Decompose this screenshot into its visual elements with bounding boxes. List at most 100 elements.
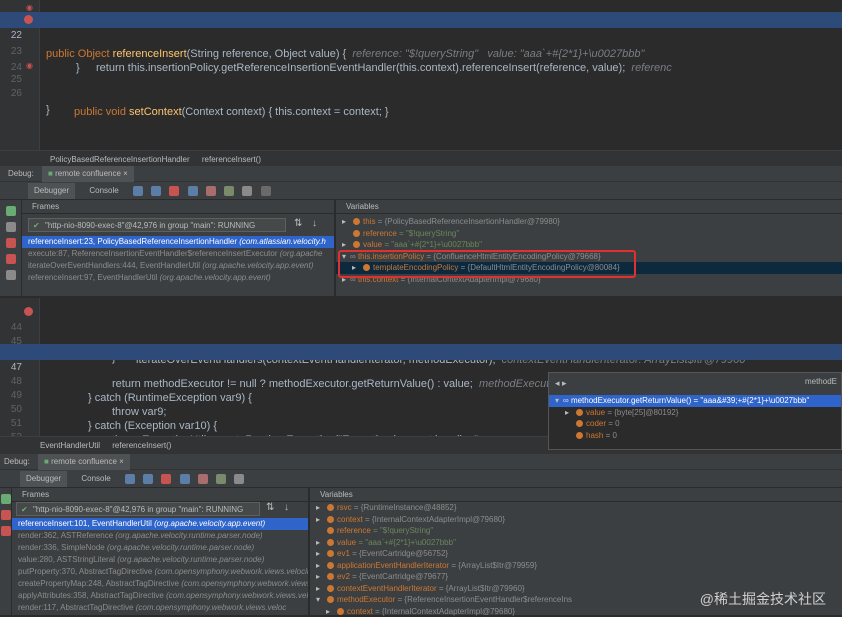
local-icon: [327, 585, 334, 592]
thread-selector[interactable]: ✔"http-nio-8090-exec-8"@42,976 in group …: [16, 502, 260, 516]
step-out-icon[interactable]: [188, 186, 198, 196]
stop-icon[interactable]: [1, 510, 11, 520]
tab-console[interactable]: Console: [83, 183, 124, 199]
breadcrumb-method[interactable]: referenceInsert(): [112, 441, 171, 450]
highlight-box: [338, 250, 636, 278]
debug-session-bar: Debug: ■ remote confluence ×: [0, 454, 842, 470]
variable-row[interactable]: ▸applicationEventHandlerIterator = {Arra…: [310, 560, 842, 572]
breadcrumb-class[interactable]: EventHandlerUtil: [40, 441, 100, 450]
stop-icon[interactable]: [6, 238, 16, 248]
frames-header: Frames: [12, 488, 308, 502]
variable-row[interactable]: reference = "$!queryString": [310, 525, 842, 537]
variable-row[interactable]: ▸value = "aaa`+#{2*1}+\u0027bbb": [310, 537, 842, 549]
debug-session-tab[interactable]: ■ remote confluence ×: [38, 454, 130, 470]
debug-label: Debug:: [8, 169, 34, 178]
frame-item[interactable]: render:336, SimpleNode (org.apache.veloc…: [12, 542, 308, 554]
field-icon: [576, 409, 583, 416]
breadcrumb-class[interactable]: PolicyBasedReferenceInsertionHandler: [50, 155, 190, 164]
variable-row[interactable]: reference = "$!queryString": [336, 228, 842, 240]
drop-frame-icon[interactable]: [206, 186, 216, 196]
code-text: (Context context) { this.context = conte…: [182, 106, 389, 118]
popup-child-row[interactable]: ▸value = {byte[25]@80192}: [549, 407, 841, 419]
code-line[interactable]: 26 }: [0, 70, 842, 86]
variables-header: Variables: [310, 488, 842, 502]
drop-frame-icon[interactable]: [198, 474, 208, 484]
field-icon: [576, 432, 583, 439]
frames-panel: Frames ✔"http-nio-8090-exec-8"@42,976 in…: [22, 200, 334, 296]
frame-item[interactable]: execute:87, ReferenceInsertionEventHandl…: [22, 248, 334, 260]
debugger-toolbar: Debugger Console: [0, 470, 842, 488]
frame-item[interactable]: putProperty:370, AbstractTagDirective (c…: [12, 566, 308, 578]
field-icon: [337, 608, 344, 615]
param-icon: [327, 527, 334, 534]
step-over-icon[interactable]: [125, 474, 135, 484]
evaluate-popup[interactable]: ◂ ▸ methodE ▾∞ methodExecutor.getReturnV…: [548, 372, 842, 450]
frame-item[interactable]: iterateOverEventHandlers:444, EventHandl…: [22, 260, 334, 272]
filter-icon[interactable]: ⇅: [266, 502, 274, 513]
run-to-cursor-icon[interactable]: [224, 186, 234, 196]
param-icon: [327, 504, 334, 511]
frame-item[interactable]: referenceInsert:101, EventHandlerUtil (o…: [12, 518, 308, 530]
tab-debugger[interactable]: Debugger: [20, 471, 67, 487]
view-breakpoints-icon[interactable]: [6, 254, 16, 264]
variables-header: Variables: [336, 200, 842, 214]
code-line[interactable]: 23 }: [0, 28, 842, 44]
view-breakpoints-icon[interactable]: [1, 526, 11, 536]
arrow-down-icon[interactable]: ↓: [284, 502, 289, 513]
popup-title: methodE: [805, 377, 837, 386]
debug-side-toolbar: [0, 488, 12, 615]
step-over-icon[interactable]: [133, 186, 143, 196]
thread-selector[interactable]: ✔"http-nio-8090-exec-8"@42,976 in group …: [28, 218, 286, 232]
variable-row[interactable]: ▸context = {InternalContextAdapterImpl@7…: [310, 514, 842, 526]
frame-item[interactable]: render:362, ASTReference (org.apache.vel…: [12, 530, 308, 542]
resume-icon[interactable]: [6, 206, 16, 216]
arrow-down-icon[interactable]: ↓: [312, 218, 317, 229]
frame-item[interactable]: render:117, AbstractTagDirective (com.op…: [12, 602, 308, 614]
frames-panel: Frames ✔"http-nio-8090-exec-8"@42,976 in…: [12, 488, 308, 615]
popup-child-row[interactable]: coder = 0: [549, 418, 841, 430]
frame-item[interactable]: applyAttributes:358, AbstractTagDirectiv…: [12, 590, 308, 602]
code-text: }: [46, 102, 50, 118]
variable-row[interactable]: ▸this = {PolicyBasedReferenceInsertionHa…: [336, 216, 842, 228]
variable-row[interactable]: ▸ev2 = {EventCartridge@79677}: [310, 571, 842, 583]
frame-item[interactable]: value:280, ASTStringLiteral (org.apache.…: [12, 554, 308, 566]
debug-label: Debug:: [4, 457, 30, 466]
variable-row[interactable]: ▸value = "aaa`+#{2*1}+\u0027bbb": [336, 239, 842, 251]
evaluate-icon[interactable]: [234, 474, 244, 484]
step-into-icon[interactable]: [151, 186, 161, 196]
breakpoint-icon[interactable]: [24, 307, 33, 316]
variable-row[interactable]: ▸rsvc = {RuntimeInstance@48852}: [310, 502, 842, 514]
step-out-icon[interactable]: [180, 474, 190, 484]
variable-row[interactable]: ▸ev1 = {EventCartridge@56752}: [310, 548, 842, 560]
frame-item[interactable]: referenceInsert:97, EventHandlerUtil (or…: [22, 272, 334, 284]
mute-breakpoints-icon[interactable]: [6, 270, 16, 280]
debugger-toolbar: Debugger Console: [0, 182, 842, 200]
resume-icon[interactable]: [1, 494, 11, 504]
line-number: 26: [4, 86, 22, 102]
popup-back-icon[interactable]: ◂ ▸: [555, 378, 567, 389]
force-step-into-icon[interactable]: [169, 186, 179, 196]
evaluate-icon[interactable]: [242, 186, 252, 196]
current-execution-line[interactable]: 22 return this.insertionPolicy.getRefere…: [0, 12, 842, 28]
debug-session-tab[interactable]: ■ remote confluence ×: [42, 166, 134, 182]
frame-item[interactable]: referenceInsert:23, PolicyBasedReference…: [22, 236, 334, 248]
code-line[interactable]: 45 }: [0, 318, 842, 334]
pause-icon[interactable]: [6, 222, 16, 232]
frame-item[interactable]: createPropertyMap:248, AbstractTagDirect…: [12, 578, 308, 590]
tab-console[interactable]: Console: [75, 471, 116, 487]
field-icon: [353, 218, 360, 225]
top-code-editor[interactable]: 21 ◉ public Object referenceInsert(Strin…: [0, 0, 842, 150]
field-icon: [353, 230, 360, 237]
popup-root-row[interactable]: ▾∞ methodExecutor.getReturnValue() = "aa…: [549, 395, 841, 407]
breadcrumb-method[interactable]: referenceInsert(): [202, 155, 261, 164]
breakpoint-icon[interactable]: [24, 15, 33, 24]
force-step-into-icon[interactable]: [161, 474, 171, 484]
local-icon: [327, 550, 334, 557]
param-icon: [327, 539, 334, 546]
tab-debugger[interactable]: Debugger: [28, 183, 75, 199]
filter-icon[interactable]: ⇅: [294, 218, 302, 229]
step-into-icon[interactable]: [143, 474, 153, 484]
run-to-cursor-icon[interactable]: [216, 474, 226, 484]
layout-icon[interactable]: [261, 186, 271, 196]
popup-child-row[interactable]: hash = 0: [549, 430, 841, 442]
